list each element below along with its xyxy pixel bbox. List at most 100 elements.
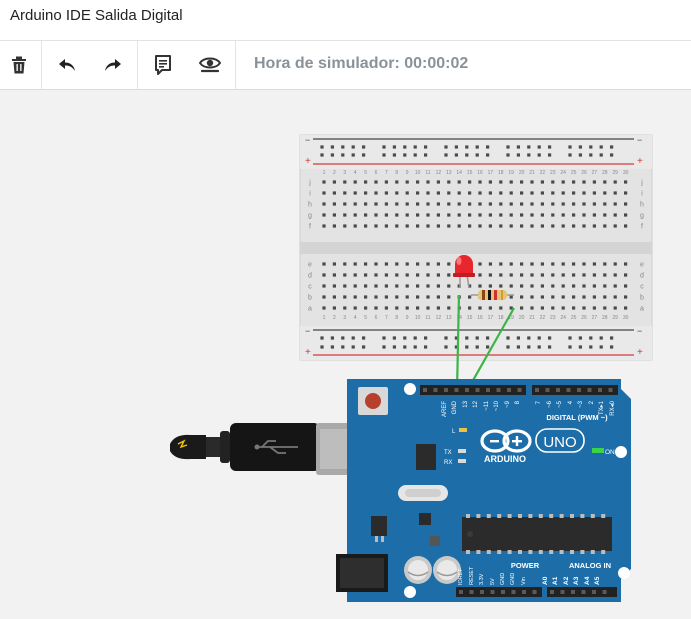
breadboard-hole[interactable] [613, 224, 617, 228]
breadboard-hole[interactable] [488, 262, 492, 266]
breadboard-hole[interactable] [332, 191, 336, 195]
breadboard-hole[interactable] [624, 295, 628, 299]
breadboard-hole[interactable] [392, 336, 396, 340]
breadboard-hole[interactable] [499, 262, 503, 266]
breadboard-hole[interactable] [374, 213, 378, 217]
breadboard-hole[interactable] [403, 336, 407, 340]
breadboard-hole[interactable] [353, 191, 357, 195]
breadboard-hole[interactable] [320, 345, 324, 349]
header-pin[interactable] [444, 388, 448, 392]
breadboard-hole[interactable] [568, 153, 572, 157]
header-pin[interactable] [608, 388, 613, 392]
breadboard-hole[interactable] [392, 145, 396, 149]
breadboard-hole[interactable] [551, 306, 555, 310]
breadboard-hole[interactable] [424, 153, 428, 157]
breadboard-hole[interactable] [322, 213, 326, 217]
breadboard-hole[interactable] [488, 191, 492, 195]
breadboard-hole[interactable] [568, 145, 572, 149]
breadboard-hole[interactable] [572, 306, 576, 310]
breadboard-hole[interactable] [578, 345, 582, 349]
breadboard-hole[interactable] [475, 153, 479, 157]
breadboard-hole[interactable] [551, 224, 555, 228]
breadboard-hole[interactable] [551, 202, 555, 206]
breadboard-hole[interactable] [478, 180, 482, 184]
breadboard-hole[interactable] [516, 345, 520, 349]
breadboard-hole[interactable] [478, 202, 482, 206]
breadboard-hole[interactable] [416, 273, 420, 277]
breadboard-hole[interactable] [384, 284, 388, 288]
breadboard-hole[interactable] [405, 284, 409, 288]
breadboard-hole[interactable] [416, 213, 420, 217]
breadboard-hole[interactable] [624, 262, 628, 266]
breadboard-hole[interactable] [599, 336, 603, 340]
breadboard-hole[interactable] [343, 180, 347, 184]
breadboard-hole[interactable] [537, 336, 541, 340]
breadboard-hole[interactable] [426, 262, 430, 266]
breadboard-hole[interactable] [520, 202, 524, 206]
breadboard-hole[interactable] [384, 213, 388, 217]
breadboard-hole[interactable] [561, 191, 565, 195]
breadboard-hole[interactable] [530, 180, 534, 184]
breadboard-hole[interactable] [582, 262, 586, 266]
breadboard-hole[interactable] [330, 153, 334, 157]
breadboard-hole[interactable] [592, 191, 596, 195]
breadboard-hole[interactable] [405, 273, 409, 277]
breadboard-hole[interactable] [374, 295, 378, 299]
breadboard-hole[interactable] [322, 191, 326, 195]
breadboard-hole[interactable] [478, 191, 482, 195]
breadboard-hole[interactable] [403, 145, 407, 149]
breadboard-hole[interactable] [405, 224, 409, 228]
breadboard-hole[interactable] [610, 145, 614, 149]
breadboard-hole[interactable] [405, 213, 409, 217]
breadboard-hole[interactable] [475, 336, 479, 340]
breadboard-hole[interactable] [395, 262, 399, 266]
breadboard-hole[interactable] [405, 262, 409, 266]
breadboard-hole[interactable] [405, 202, 409, 206]
breadboard-hole[interactable] [582, 191, 586, 195]
breadboard-hole[interactable] [603, 191, 607, 195]
breadboard-hole[interactable] [624, 213, 628, 217]
breadboard-hole[interactable] [592, 202, 596, 206]
breadboard-hole[interactable] [364, 295, 368, 299]
breadboard-hole[interactable] [436, 202, 440, 206]
breadboard-hole[interactable] [530, 306, 534, 310]
breadboard-hole[interactable] [488, 180, 492, 184]
breadboard-hole[interactable] [374, 202, 378, 206]
header-pin[interactable] [571, 590, 575, 594]
breadboard-hole[interactable] [572, 262, 576, 266]
breadboard-hole[interactable] [527, 145, 531, 149]
breadboard-hole[interactable] [343, 262, 347, 266]
breadboard-hole[interactable] [465, 145, 469, 149]
breadboard-hole[interactable] [582, 224, 586, 228]
breadboard-hole[interactable] [444, 336, 448, 340]
breadboard-hole[interactable] [416, 262, 420, 266]
breadboard-hole[interactable] [589, 153, 593, 157]
breadboard-hole[interactable] [568, 345, 572, 349]
breadboard-hole[interactable] [424, 345, 428, 349]
breadboard-hole[interactable] [447, 202, 451, 206]
breadboard-hole[interactable] [613, 202, 617, 206]
breadboard-hole[interactable] [384, 295, 388, 299]
breadboard-hole[interactable] [351, 153, 355, 157]
breadboard-hole[interactable] [582, 202, 586, 206]
breadboard-hole[interactable] [457, 191, 461, 195]
breadboard-hole[interactable] [447, 284, 451, 288]
breadboard-hole[interactable] [486, 345, 490, 349]
breadboard-hole[interactable] [416, 202, 420, 206]
breadboard-hole[interactable] [341, 336, 345, 340]
breadboard-hole[interactable] [426, 191, 430, 195]
header-pin[interactable] [496, 388, 501, 392]
breadboard-hole[interactable] [561, 213, 565, 217]
breadboard-hole[interactable] [343, 191, 347, 195]
breadboard-hole[interactable] [561, 262, 565, 266]
breadboard-hole[interactable] [384, 191, 388, 195]
breadboard-hole[interactable] [530, 202, 534, 206]
breadboard-hole[interactable] [332, 213, 336, 217]
breadboard-hole[interactable] [341, 145, 345, 149]
breadboard-hole[interactable] [436, 295, 440, 299]
breadboard-hole[interactable] [332, 284, 336, 288]
breadboard-hole[interactable] [447, 295, 451, 299]
breadboard-hole[interactable] [454, 153, 458, 157]
breadboard-hole[interactable] [548, 145, 552, 149]
breadboard-hole[interactable] [322, 306, 326, 310]
